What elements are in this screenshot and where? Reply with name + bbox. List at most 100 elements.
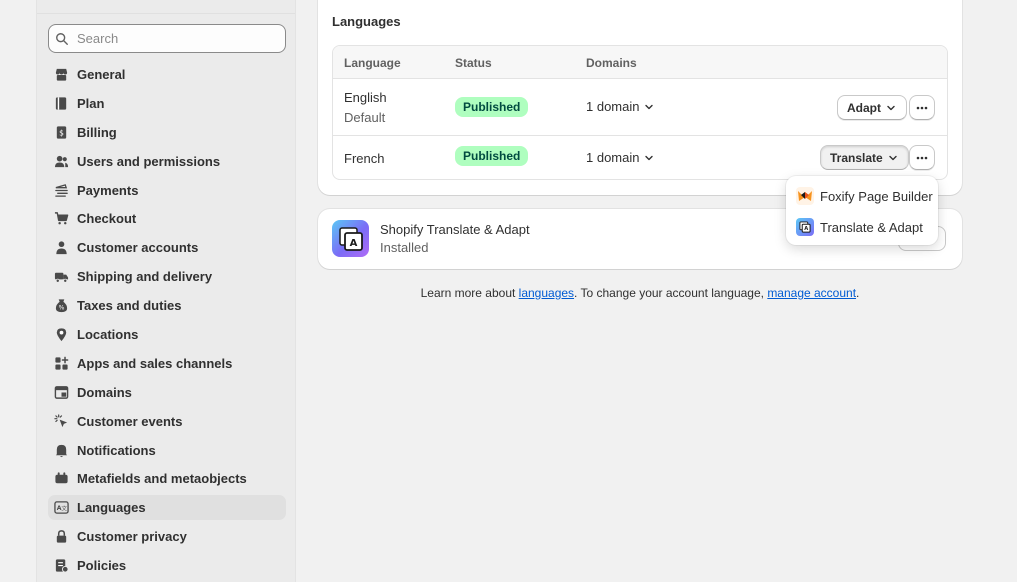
sidebar-item-locations[interactable]: Locations [48,322,286,347]
translate-adapt-app-icon: A [332,220,369,257]
languages-table: Language Status Domains English Default … [332,45,948,180]
domains-dropdown-label: 1 domain [586,99,640,114]
sidebar-divider [37,13,295,14]
column-header-status: Status [455,56,492,70]
ellipsis-icon [916,156,928,159]
sidebar-item-label: Shipping and delivery [77,269,213,285]
language-name: French [344,151,385,166]
footer-text-middle: . To change your account language, [574,286,768,300]
more-actions-button[interactable] [909,145,935,170]
store-icon [53,67,69,83]
svg-text:$: $ [59,128,64,137]
search-input[interactable] [77,31,277,46]
sidebar-item-billing[interactable]: $ Billing [48,120,286,145]
sidebar-item-label: Policies [77,558,127,574]
table-header: Language Status Domains [333,46,947,79]
chevron-down-icon [645,155,654,160]
chevron-down-icon [645,104,654,109]
domains-icon [53,384,69,400]
sidebar-item-customer-privacy[interactable]: Customer privacy [48,524,286,549]
language-name: English [344,90,387,105]
sidebar-item-payments[interactable]: Payments [48,178,286,203]
sidebar-item-label: Billing [77,124,117,140]
cart-icon [53,211,69,227]
person-icon [53,240,69,256]
chevron-down-icon [889,155,897,160]
sidebar-item-label: Customer accounts [77,240,199,256]
sidebar-item-notifications[interactable]: Notifications [48,438,286,463]
column-header-domains: Domains [586,56,637,70]
sidebar-item-label: Notifications [77,442,156,458]
languages-link[interactable]: languages [519,286,574,300]
domains-dropdown[interactable]: 1 domain [586,99,655,114]
manage-account-link[interactable]: manage account [767,286,856,300]
sidebar-item-plan[interactable]: Plan [48,91,286,116]
sidebar-item-users[interactable]: Users and permissions [48,149,286,174]
footer-help-text: Learn more about languages. To change yo… [318,286,962,300]
chevron-down-icon [887,105,895,110]
sidebar-item-label: General [77,67,126,82]
sidebar-item-label: Domains [77,384,132,400]
status-badge: Published [455,146,529,166]
events-icon [53,413,69,429]
search-box[interactable] [48,24,286,53]
sidebar-item-label: Customer privacy [77,529,187,545]
status-badge: Published [455,97,529,117]
table-row-english: English Default Published 1 domain Adapt [333,79,947,136]
translate-button-label: Translate [830,150,883,165]
foxify-icon [796,187,814,205]
lock-icon [53,529,69,545]
menu-item-label: Foxify Page Builder [820,188,933,204]
sidebar-item-label: Checkout [77,211,137,227]
apps-icon [53,355,69,371]
sidebar-item-label: Customer events [77,413,183,429]
sidebar-item-customer-events[interactable]: Customer events [48,409,286,434]
languages-icon: A文 [53,500,69,516]
adapt-button[interactable]: Adapt [837,95,907,120]
svg-text:文: 文 [61,505,67,513]
menu-item-foxify-page-builder[interactable]: Foxify Page Builder [792,182,933,210]
plan-icon [53,95,69,111]
adapt-button-label: Adapt [847,100,881,115]
sidebar-item-label: Locations [77,327,139,343]
sidebar-item-languages[interactable]: A文 Languages [48,495,286,521]
users-icon [53,153,69,169]
translate-dropdown-menu: Foxify Page Builder A Translate & Adapt [786,176,938,245]
bell-icon [53,442,69,458]
sidebar-item-policies[interactable]: Policies [48,553,286,578]
svg-text:A: A [804,226,808,232]
settings-nav: General Plan $ Billing Users and permiss… [48,62,286,582]
tax-icon: % [53,298,69,314]
sidebar-item-label: Apps and sales channels [77,355,233,371]
sidebar-item-taxes[interactable]: % Taxes and duties [48,293,286,318]
sidebar-item-shipping[interactable]: Shipping and delivery [48,264,286,289]
menu-item-translate-adapt[interactable]: A Translate & Adapt [792,213,932,241]
payments-icon [53,182,69,198]
sidebar-item-general[interactable]: General [48,62,286,87]
domains-dropdown[interactable]: 1 domain [586,150,655,165]
sidebar-item-customer-accounts[interactable]: Customer accounts [48,235,286,260]
languages-card: Languages Language Status Domains Englis… [318,0,962,195]
domains-dropdown-label: 1 domain [586,150,640,165]
sidebar-item-label: Users and permissions [77,153,221,169]
table-row-french: French Published 1 domain Translate [333,136,947,179]
sidebar-item-domains[interactable]: Domains [48,380,286,405]
sidebar-item-metafields[interactable]: Metafields and metaobjects [48,466,286,491]
column-header-language: Language [344,56,401,70]
svg-text:A: A [349,238,357,249]
sidebar-item-apps[interactable]: Apps and sales channels [48,351,286,376]
sidebar-item-label: Payments [77,182,139,198]
search-icon [56,32,68,45]
translate-adapt-icon: A [796,218,814,236]
sidebar-item-checkout[interactable]: Checkout [48,206,286,231]
billing-icon: $ [53,124,69,140]
policies-icon [53,558,69,574]
sidebar-item-label: Taxes and duties [77,298,182,314]
languages-card-title: Languages [332,14,401,29]
ellipsis-icon [916,106,928,109]
translate-button[interactable]: Translate [820,145,909,170]
sidebar-item-label: Metafields and metaobjects [77,471,247,487]
truck-icon [53,269,69,285]
more-actions-button[interactable] [909,95,935,120]
app-status: Installed [380,240,429,255]
